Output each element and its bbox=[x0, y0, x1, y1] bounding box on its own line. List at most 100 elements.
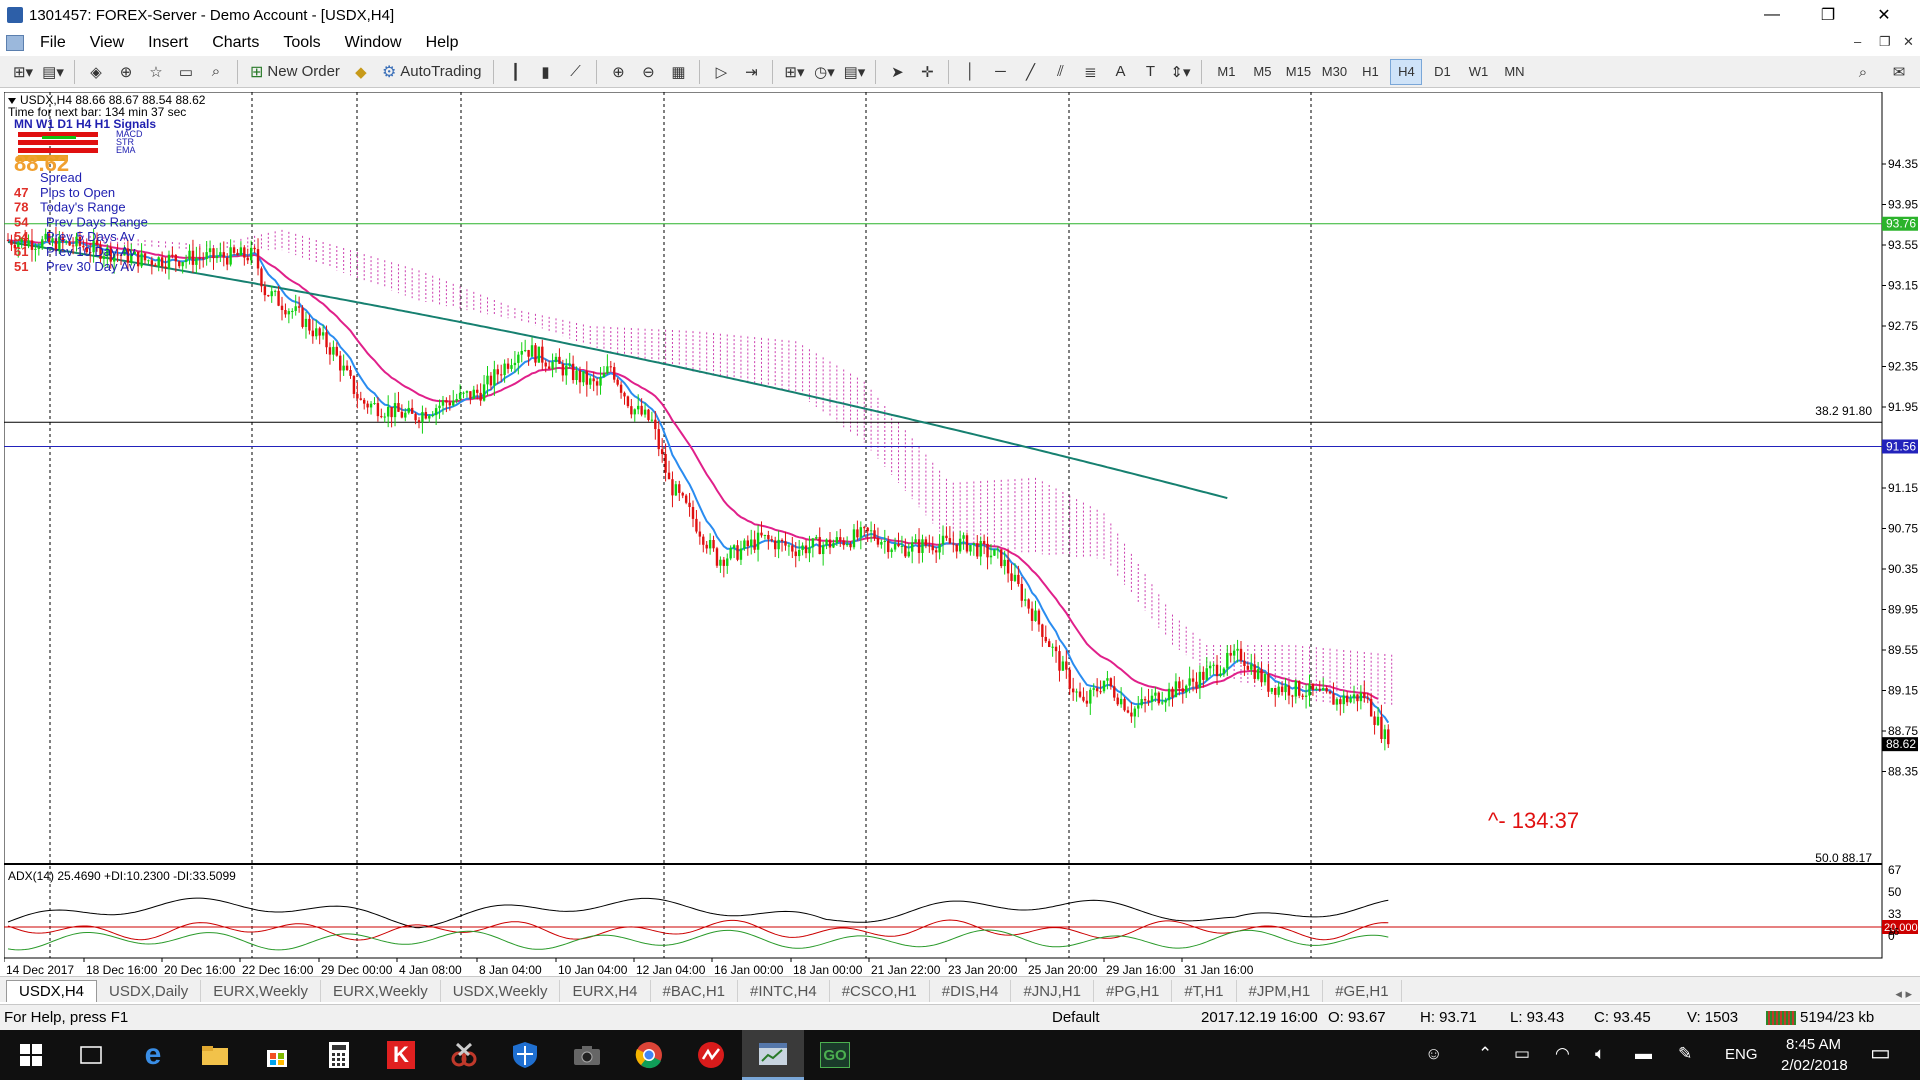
chat-icon[interactable]: ✉ bbox=[1886, 59, 1912, 85]
chart-canvas[interactable]: 20.000 94.3593.9593.5593.1592.7592.3591.… bbox=[3, 91, 1920, 978]
tab-scroll-arrows-icon[interactable]: ◂ ▸ bbox=[1887, 986, 1920, 1002]
horizontal-line-icon[interactable]: ─ bbox=[987, 59, 1013, 85]
zoom-out-icon[interactable]: ⊖ bbox=[635, 59, 661, 85]
connection-bars-icon[interactable] bbox=[1766, 1011, 1796, 1025]
defender-shield-icon[interactable] bbox=[494, 1030, 556, 1080]
zoom-in-icon[interactable]: ⊕ bbox=[605, 59, 631, 85]
timeframe-m30[interactable]: M30 bbox=[1318, 59, 1350, 85]
new-order-button[interactable]: ⊞ New Order bbox=[246, 59, 344, 85]
chart-tab[interactable]: EURX,H4 bbox=[560, 980, 651, 1002]
minimize-button[interactable]: — bbox=[1744, 0, 1800, 30]
chart-tab[interactable]: #JPM,H1 bbox=[1237, 980, 1324, 1002]
profiles-icon[interactable]: ▤▾ bbox=[40, 59, 66, 85]
clock-time[interactable]: 8:45 AM bbox=[1786, 1036, 1841, 1053]
data-window-icon[interactable]: ⊕ bbox=[113, 59, 139, 85]
chart-tab[interactable]: #T,H1 bbox=[1172, 980, 1237, 1002]
candlestick-chart-icon[interactable]: ▮ bbox=[532, 59, 558, 85]
file-explorer-icon[interactable] bbox=[184, 1030, 246, 1080]
channel-icon[interactable]: ⫽ bbox=[1047, 59, 1073, 85]
templates-icon[interactable]: ▤▾ bbox=[841, 59, 867, 85]
chart-window[interactable]: 20.000 94.35 93.95 93.55 93.15 92.75 92.35 91.… bbox=[3, 91, 1920, 978]
mdi-minimize-button[interactable]: – bbox=[1854, 34, 1861, 49]
timeframe-m15[interactable]: M15 bbox=[1282, 59, 1314, 85]
restore-button[interactable]: ❐ bbox=[1800, 0, 1856, 30]
text-icon[interactable]: A bbox=[1107, 59, 1133, 85]
menu-file[interactable]: File bbox=[28, 34, 78, 52]
start-icon[interactable] bbox=[0, 1030, 62, 1080]
arrows-icon[interactable]: ⇕▾ bbox=[1167, 59, 1193, 85]
status-profile[interactable]: Default bbox=[1052, 1009, 1100, 1026]
timeframe-h4[interactable]: H4 bbox=[1390, 58, 1423, 85]
pen-icon[interactable]: ✎ bbox=[1678, 1044, 1692, 1064]
k-app-icon[interactable]: K bbox=[370, 1030, 432, 1080]
timeframe-h1[interactable]: H1 bbox=[1354, 59, 1386, 85]
language-indicator[interactable]: ENG bbox=[1725, 1046, 1758, 1063]
menu-help[interactable]: Help bbox=[414, 34, 471, 52]
text-label-icon[interactable]: T bbox=[1137, 59, 1163, 85]
wifi-icon[interactable]: ◠ bbox=[1555, 1044, 1570, 1064]
crosshair-icon[interactable]: ✛ bbox=[914, 59, 940, 85]
people-icon[interactable]: ☺ bbox=[1425, 1044, 1442, 1064]
strategy-tester-icon[interactable]: ⌕ bbox=[203, 59, 229, 85]
fibonacci-icon[interactable]: ≣ bbox=[1077, 59, 1103, 85]
chart-window-icon[interactable] bbox=[6, 35, 24, 51]
menu-charts[interactable]: Charts bbox=[200, 34, 271, 52]
calculator-icon[interactable] bbox=[308, 1030, 370, 1080]
mdi-close-button[interactable]: ✕ bbox=[1903, 34, 1914, 50]
periods-icon[interactable]: ◷▾ bbox=[811, 59, 837, 85]
chart-shift-icon[interactable]: ⇥ bbox=[738, 59, 764, 85]
volume-icon[interactable]: 🔈︎ bbox=[1595, 1044, 1605, 1064]
metatrader-icon[interactable] bbox=[742, 1030, 804, 1080]
menu-tools[interactable]: Tools bbox=[271, 34, 332, 52]
edge-icon[interactable]: e bbox=[122, 1030, 184, 1080]
chrome-icon[interactable] bbox=[618, 1030, 680, 1080]
timeframe-w1[interactable]: W1 bbox=[1462, 59, 1494, 85]
go-app-icon[interactable]: GO bbox=[804, 1030, 866, 1080]
chart-tab[interactable]: #GE,H1 bbox=[1323, 980, 1402, 1002]
chart-tab[interactable]: #CSCO,H1 bbox=[830, 980, 930, 1002]
chart-tab[interactable]: USDX,Weekly bbox=[441, 980, 561, 1002]
autoscroll-icon[interactable]: ▷ bbox=[708, 59, 734, 85]
snipping-tool-icon[interactable] bbox=[432, 1030, 494, 1080]
vertical-line-icon[interactable]: │ bbox=[957, 59, 983, 85]
timeframe-m5[interactable]: M5 bbox=[1246, 59, 1278, 85]
mdi-restore-button[interactable]: ❐ bbox=[1879, 34, 1891, 50]
chart-tab[interactable]: USDX,Daily bbox=[97, 980, 202, 1002]
bar-chart-icon[interactable]: ┃ bbox=[502, 59, 528, 85]
chart-tab[interactable]: USDX,H4 bbox=[6, 980, 98, 1002]
camera-app-icon[interactable] bbox=[556, 1030, 618, 1080]
timeframe-mn[interactable]: MN bbox=[1498, 59, 1530, 85]
trendline-icon[interactable]: ╱ bbox=[1017, 59, 1043, 85]
terminal-icon[interactable]: ▭ bbox=[173, 59, 199, 85]
chart-tab[interactable]: EURX,Weekly bbox=[201, 980, 321, 1002]
line-chart-icon[interactable]: ⟋ bbox=[562, 59, 588, 85]
battery-icon[interactable]: ▬ bbox=[1635, 1044, 1652, 1064]
chart-tab[interactable]: EURX,Weekly bbox=[321, 980, 441, 1002]
chart-tab[interactable]: #BAC,H1 bbox=[651, 980, 739, 1002]
chart-tab[interactable]: #JNJ,H1 bbox=[1011, 980, 1094, 1002]
notification-icon[interactable]: ▭ bbox=[1870, 1040, 1891, 1066]
tablet-icon[interactable]: ▭ bbox=[1514, 1044, 1530, 1064]
chart-tab[interactable]: #PG,H1 bbox=[1094, 980, 1173, 1002]
show-hidden-icons[interactable]: ⌃ bbox=[1478, 1044, 1492, 1064]
trading-app-icon[interactable] bbox=[680, 1030, 742, 1080]
meta-editor-icon[interactable]: ◆ bbox=[348, 59, 374, 85]
tile-windows-icon[interactable]: ▦ bbox=[665, 59, 691, 85]
menu-view[interactable]: View bbox=[78, 34, 136, 52]
task-view-icon[interactable] bbox=[60, 1030, 122, 1080]
timeframe-d1[interactable]: D1 bbox=[1426, 59, 1458, 85]
navigator-icon[interactable]: ☆ bbox=[143, 59, 169, 85]
search-icon[interactable]: ⌕ bbox=[1850, 59, 1876, 85]
chart-tab[interactable]: #DIS,H4 bbox=[930, 980, 1012, 1002]
clock-date[interactable]: 2/02/2018 bbox=[1781, 1057, 1848, 1074]
menu-window[interactable]: Window bbox=[333, 34, 414, 52]
timeframe-m1[interactable]: M1 bbox=[1210, 59, 1242, 85]
close-button[interactable]: ✕ bbox=[1856, 0, 1912, 30]
new-chart-icon[interactable]: ⊞▾ bbox=[10, 59, 36, 85]
store-icon[interactable] bbox=[246, 1030, 308, 1080]
cursor-icon[interactable]: ➤ bbox=[884, 59, 910, 85]
indicators-icon[interactable]: ⊞▾ bbox=[781, 59, 807, 85]
menu-insert[interactable]: Insert bbox=[136, 34, 200, 52]
chart-tab[interactable]: #INTC,H4 bbox=[738, 980, 830, 1002]
autotrading-button[interactable]: ⚙ AutoTrading bbox=[378, 59, 486, 85]
